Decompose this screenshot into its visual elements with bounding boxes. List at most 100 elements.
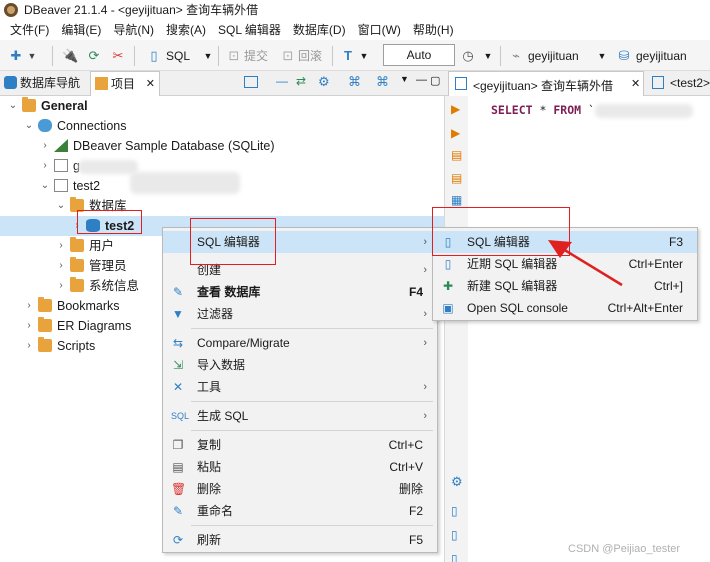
collapse-icon[interactable]: — bbox=[276, 74, 288, 88]
tab-editor-geyijituan[interactable]: <geyijituan> 查询车辆外借 ✕ bbox=[448, 71, 644, 96]
chevron-right-icon[interactable]: › bbox=[24, 296, 34, 316]
menu-bar: 文件(F) 编辑(E) 导航(N) 搜索(A) SQL 编辑器 数据库(D) 窗… bbox=[0, 19, 710, 40]
transaction-mode-icon[interactable]: T bbox=[340, 48, 356, 64]
chevron-down-icon[interactable]: ⌄ bbox=[8, 96, 18, 116]
new-connection-icon[interactable]: ✚ bbox=[8, 48, 24, 64]
menu-item-filter[interactable]: ▼ 过滤器 › bbox=[163, 303, 437, 325]
sql-dropdown-icon[interactable]: ▼ bbox=[200, 48, 216, 64]
execute-new-tab-icon[interactable]: ▶ bbox=[451, 126, 460, 140]
menu-database[interactable]: 数据库(D) bbox=[287, 21, 352, 38]
menu-item-view-database[interactable]: ✎ 查看 数据库 F4 bbox=[163, 281, 437, 303]
chevron-right-icon[interactable]: › bbox=[24, 336, 34, 356]
active-connection[interactable]: geyijituan bbox=[528, 48, 579, 64]
chevron-down-icon[interactable]: ⌄ bbox=[40, 176, 50, 196]
link-editor-icon[interactable]: ⇄ bbox=[296, 74, 306, 88]
gear-icon[interactable]: ⚙ bbox=[318, 74, 330, 90]
close-icon[interactable]: ✕ bbox=[146, 72, 155, 97]
disconnect-icon[interactable]: ✂ bbox=[110, 48, 126, 64]
history-icon[interactable]: ◷ bbox=[460, 48, 476, 64]
menu-search[interactable]: 搜索(A) bbox=[160, 21, 212, 38]
tab-editor-test2[interactable]: <test2> bbox=[648, 71, 710, 96]
sql-editor-icon bbox=[652, 76, 664, 89]
menu-help[interactable]: 帮助(H) bbox=[407, 21, 460, 38]
dropdown-arrow-icon[interactable]: ▼ bbox=[24, 48, 40, 64]
more-icon[interactable]: ▯ bbox=[451, 552, 458, 562]
tab-database-navigator[interactable]: 数据库导航 bbox=[0, 71, 90, 96]
execute-icon[interactable]: ▶ bbox=[451, 102, 460, 116]
format-icon[interactable]: ▦ bbox=[451, 193, 462, 207]
maximize-icon[interactable]: ▢ bbox=[430, 74, 440, 87]
rollback-icon[interactable]: ⊡ bbox=[280, 48, 296, 64]
toolbar-separator bbox=[218, 46, 219, 66]
commit-icon[interactable]: ⊡ bbox=[226, 48, 242, 64]
editor-tab-bar: <geyijituan> 查询车辆外借 ✕ <test2> bbox=[444, 71, 710, 96]
chevron-right-icon[interactable]: › bbox=[40, 136, 50, 156]
submenu-item-recent-sql-editor[interactable]: ▯ 近期 SQL 编辑器 Ctrl+Enter bbox=[433, 253, 697, 275]
sqlite-icon bbox=[54, 139, 68, 152]
menu-item-tools[interactable]: ✕ 工具 › bbox=[163, 376, 437, 398]
commit-button[interactable]: 提交 bbox=[244, 48, 268, 64]
execute-script-icon[interactable]: ▤ bbox=[451, 148, 462, 162]
menu-item-generate-sql[interactable]: SQL 生成 SQL › bbox=[163, 405, 437, 427]
export-icon[interactable]: ▯ bbox=[451, 504, 458, 518]
sql-button[interactable]: SQL bbox=[166, 48, 190, 64]
tree-node-databases[interactable]: ⌄ 数据库 bbox=[0, 196, 440, 216]
auto-commit-mode[interactable]: Auto bbox=[383, 44, 455, 66]
menu-edit[interactable]: 编辑(E) bbox=[55, 21, 107, 38]
chevron-right-icon[interactable]: › bbox=[56, 276, 66, 296]
menu-item-copy[interactable]: ❐ 复制 Ctrl+C bbox=[163, 434, 437, 456]
settings-icon[interactable]: ⚙ bbox=[451, 474, 463, 490]
window-title: DBeaver 21.1.4 - <geyijituan> 查询车辆外借 bbox=[24, 3, 259, 17]
chevron-right-icon[interactable]: › bbox=[56, 256, 66, 276]
folder-icon bbox=[70, 277, 84, 292]
active-schema[interactable]: geyijituan bbox=[636, 48, 687, 64]
menu-item-rename[interactable]: ✎ 重命名 F2 bbox=[163, 500, 437, 522]
reconnect-icon[interactable]: ⟳ bbox=[86, 48, 102, 64]
folder-icon bbox=[38, 297, 52, 312]
chevron-right-icon: › bbox=[423, 308, 427, 320]
submenu-item-sql-console[interactable]: ▣ Open SQL console Ctrl+Alt+Enter bbox=[433, 297, 697, 319]
filter-icon[interactable]: ⌘ bbox=[376, 74, 389, 90]
sql-editor-icon[interactable]: ▯ bbox=[146, 48, 162, 64]
transaction-dropdown-icon[interactable]: ▼ bbox=[356, 48, 372, 64]
menu-file[interactable]: 文件(F) bbox=[4, 21, 55, 38]
configure-icon[interactable]: ⌘ bbox=[348, 74, 361, 90]
tree-node-connections[interactable]: ⌄ Connections bbox=[0, 116, 440, 136]
connection-dropdown-icon[interactable]: ▼ bbox=[594, 48, 610, 64]
new-project-icon[interactable] bbox=[244, 76, 258, 88]
sql-editor-area[interactable]: SELECT * FROM ` bbox=[469, 96, 710, 562]
menu-item-refresh[interactable]: ⟳ 刷新 F5 bbox=[163, 529, 437, 551]
chevron-right-icon[interactable]: › bbox=[24, 316, 34, 336]
import-icon: ⇲ bbox=[172, 358, 184, 372]
menu-sql-editor[interactable]: SQL 编辑器 bbox=[212, 21, 287, 38]
menu-item-paste[interactable]: ▤ 粘贴 Ctrl+V bbox=[163, 456, 437, 478]
menu-item-import-data[interactable]: ⇲ 导入数据 bbox=[163, 354, 437, 376]
chevron-right-icon[interactable]: › bbox=[56, 236, 66, 256]
tab-projects[interactable]: 项目 ✕ bbox=[90, 71, 160, 96]
blurred-region bbox=[78, 160, 138, 174]
tree-node-sample-db[interactable]: › DBeaver Sample Database (SQLite) bbox=[0, 136, 440, 156]
history-dropdown-icon[interactable]: ▼ bbox=[480, 48, 496, 64]
rollback-button[interactable]: 回滚 bbox=[298, 48, 322, 64]
chevron-down-icon[interactable]: ⌄ bbox=[56, 196, 66, 216]
menu-navigate[interactable]: 导航(N) bbox=[107, 21, 160, 38]
explain-icon[interactable]: ▤ bbox=[451, 171, 462, 185]
view-menu-icon[interactable]: ▼ bbox=[400, 74, 409, 84]
chevron-down-icon[interactable]: ⌄ bbox=[24, 116, 34, 136]
paste-icon: ▤ bbox=[172, 460, 184, 474]
menu-item-delete[interactable]: 🗑 删除 删除 bbox=[163, 478, 437, 500]
dbeaver-logo-icon bbox=[4, 2, 18, 17]
submenu-item-new-sql-editor[interactable]: ✚ 新建 SQL 编辑器 Ctrl+] bbox=[433, 275, 697, 297]
menu-item-compare-migrate[interactable]: ⇆ Compare/Migrate › bbox=[163, 332, 437, 354]
connection-icon bbox=[54, 179, 68, 192]
sql-icon: SQL bbox=[171, 411, 190, 421]
menu-window[interactable]: 窗口(W) bbox=[352, 21, 407, 38]
minimize-icon[interactable]: — bbox=[416, 74, 427, 86]
chevron-right-icon[interactable]: › bbox=[40, 156, 50, 176]
trash-icon: 🗑 bbox=[171, 482, 187, 496]
connect-plug-icon[interactable]: 🔌 bbox=[62, 48, 78, 64]
annotation-box-sql-editor-submenu bbox=[432, 207, 570, 256]
close-icon[interactable]: ✕ bbox=[631, 77, 640, 90]
tree-node-general[interactable]: ⌄ General bbox=[0, 96, 440, 116]
import-icon[interactable]: ▯ bbox=[451, 528, 458, 542]
